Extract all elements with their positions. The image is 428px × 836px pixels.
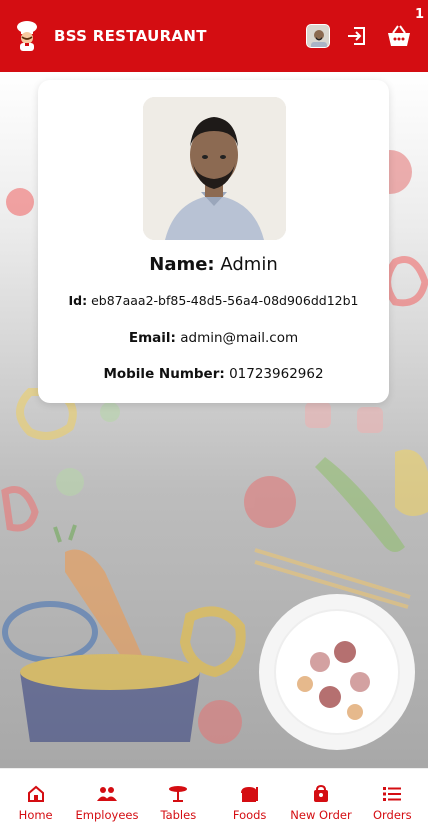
mobile-value: 01723962962 bbox=[229, 366, 324, 382]
profile-photo bbox=[143, 97, 286, 240]
list-icon bbox=[382, 784, 402, 804]
user-avatar[interactable] bbox=[306, 24, 330, 48]
nav-label-tables: Tables bbox=[160, 807, 197, 822]
nav-item-tables[interactable]: Tables bbox=[143, 769, 214, 836]
people-icon bbox=[96, 784, 117, 804]
table-icon bbox=[168, 784, 188, 804]
name-row: Name: Admin bbox=[38, 254, 389, 275]
food-icon bbox=[240, 784, 260, 804]
nav-item-home[interactable]: Home bbox=[0, 769, 71, 836]
nav-item-orders[interactable]: Orders bbox=[357, 769, 428, 836]
email-label: Email: bbox=[128, 330, 176, 346]
nav-item-new-order[interactable]: New Order bbox=[285, 769, 356, 836]
name-label: Name: bbox=[149, 254, 215, 275]
nav-label-new-order: New Order bbox=[290, 807, 352, 822]
email-row: Email: admin@mail.com bbox=[38, 330, 389, 346]
basket-icon bbox=[388, 25, 410, 46]
mobile-row: Mobile Number: 01723962962 bbox=[38, 366, 389, 382]
nav-item-foods[interactable]: Foods bbox=[214, 769, 285, 836]
nav-label-foods: Foods bbox=[232, 807, 267, 822]
nav-label-orders: Orders bbox=[372, 807, 412, 822]
bottom-navigation: Home Employees Tables Foods New Order Or… bbox=[0, 768, 428, 836]
id-value: eb87aaa2-bf85-48d5-56a4-08d906dd12b1 bbox=[91, 293, 359, 308]
cart-button[interactable]: 1 bbox=[384, 7, 424, 51]
logout-button[interactable] bbox=[344, 23, 370, 49]
nav-label-home: Home bbox=[18, 807, 53, 822]
logout-icon bbox=[348, 27, 365, 45]
cart-badge: 1 bbox=[414, 7, 424, 22]
id-label: Id: bbox=[68, 293, 88, 308]
nav-item-employees[interactable]: Employees bbox=[71, 769, 142, 836]
name-value: Admin bbox=[220, 254, 278, 275]
app-title: BSS RESTAURANT bbox=[54, 27, 207, 45]
id-row: Id: eb87aaa2-bf85-48d5-56a4-08d906dd12b1 bbox=[38, 293, 389, 308]
nav-label-employees: Employees bbox=[75, 807, 139, 822]
chef-logo-icon bbox=[14, 21, 40, 51]
email-value: admin@mail.com bbox=[180, 330, 299, 346]
home-icon bbox=[26, 784, 46, 804]
app-bar: BSS RESTAURANT 1 bbox=[0, 0, 428, 72]
bag-icon bbox=[311, 784, 331, 804]
mobile-label: Mobile Number: bbox=[103, 366, 225, 382]
profile-card: Name: Admin Id: eb87aaa2-bf85-48d5-56a4-… bbox=[38, 80, 389, 403]
